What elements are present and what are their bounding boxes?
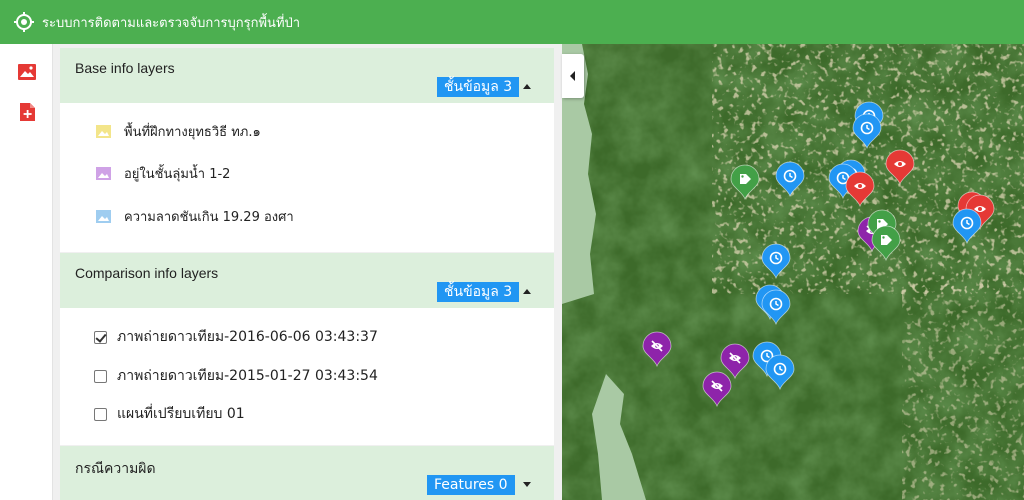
app-title: ระบบการติดตามและตรวจจับการบุกรุกพื้นที่ป… [42, 15, 301, 31]
layer-checkbox[interactable] [94, 369, 107, 383]
layer-image-icon [96, 124, 111, 138]
base-layer-item: อยู่ในชั้นลุ่มน้ำ 1-2 [96, 163, 230, 183]
comparison-layer-item[interactable]: แผนที่เปรียบเทียบ 01 [94, 404, 245, 424]
base-layer-item: ความลาดชันเกิน 19.29 องศา [96, 206, 294, 226]
comparison-layers-section: Comparison info layers ชั้นข้อมูล 3 ภาพถ… [60, 253, 554, 445]
top-bar: ระบบการติดตามและตรวจจับการบุกรุกพื้นที่ป… [0, 0, 1024, 44]
comparison-layer-item[interactable]: ภาพถ่ายดาวเทียม-2016-06-06 03:43:37 [94, 327, 378, 347]
map-view[interactable] [562, 44, 1024, 500]
add-file-icon[interactable] [17, 102, 37, 122]
comparison-layer-label: ภาพถ่ายดาวเทียม-2015-01-27 03:43:54 [117, 368, 378, 384]
base-layers-header[interactable]: Base info layers ชั้นข้อมูล 3 [60, 48, 554, 103]
collapse-caret-icon[interactable] [523, 289, 531, 294]
collapse-caret-icon[interactable] [523, 84, 531, 89]
incidents-section: กรณีความผิด Features 0 [60, 446, 554, 500]
layers-panel: Base info layers ชั้นข้อมูล 3 พื้นที่ฝึก… [53, 44, 562, 500]
base-layers-count-badge: ชั้นข้อมูล 3 [437, 77, 520, 97]
comparison-layer-label: ภาพถ่ายดาวเทียม-2016-06-06 03:43:37 [117, 329, 378, 345]
expand-caret-icon[interactable] [523, 482, 531, 487]
layer-image-icon [96, 166, 111, 180]
layer-checkbox[interactable] [94, 330, 107, 344]
comparison-layer-label: แผนที่เปรียบเทียบ 01 [117, 406, 245, 422]
layer-image-icon [96, 209, 111, 223]
collapse-panel-button[interactable] [562, 54, 584, 98]
layer-checkbox[interactable] [94, 407, 107, 421]
crosshair-logo-icon [14, 12, 34, 32]
base-layer-label: อยู่ในชั้นลุ่มน้ำ 1-2 [124, 166, 231, 182]
comparison-layers-count-badge: ชั้นข้อมูล 3 [437, 282, 520, 302]
base-layer-label: ความลาดชันเกิน 19.29 องศา [124, 209, 294, 225]
base-layers-section: Base info layers ชั้นข้อมูล 3 พื้นที่ฝึก… [60, 48, 554, 252]
base-layers-title: Base info layers [75, 60, 175, 76]
incidents-count-badge: Features 0 [427, 475, 515, 495]
satellite-map[interactable] [562, 44, 1024, 500]
comparison-layers-header[interactable]: Comparison info layers ชั้นข้อมูล 3 [60, 253, 554, 308]
comparison-layer-item[interactable]: ภาพถ่ายดาวเทียม-2015-01-27 03:43:54 [94, 366, 378, 386]
left-rail [0, 44, 53, 500]
incidents-title: กรณีความผิด [75, 460, 156, 476]
image-icon[interactable] [17, 62, 37, 82]
base-layer-item: พื้นที่ฝึกทางยุทธวิธี ทภ.๑ [96, 121, 261, 141]
comparison-layers-title: Comparison info layers [75, 265, 219, 281]
chevron-left-icon [570, 71, 575, 81]
incidents-header[interactable]: กรณีความผิด Features 0 [60, 446, 554, 500]
base-layer-label: พื้นที่ฝึกทางยุทธวิธี ทภ.๑ [124, 124, 261, 140]
